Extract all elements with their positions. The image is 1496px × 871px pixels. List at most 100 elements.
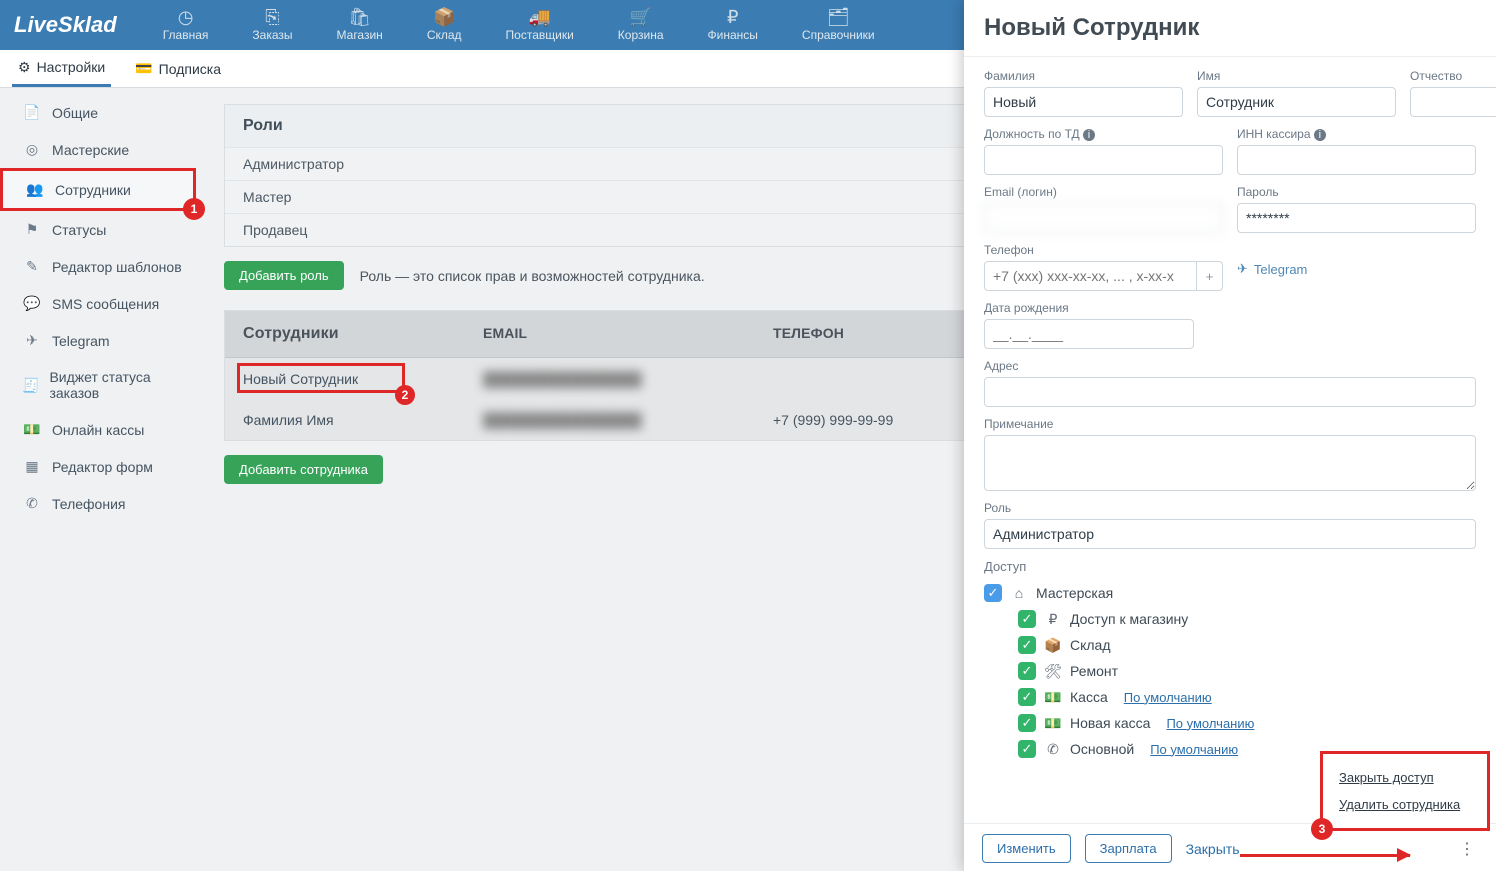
ruble-icon: ₽: [727, 8, 738, 26]
checkbox-icon[interactable]: [1018, 636, 1036, 654]
nav-shop[interactable]: 🛍Магазин: [319, 8, 401, 42]
ruble-icon: ₽: [1044, 611, 1062, 628]
label-inn: ИНН кассира i: [1237, 127, 1476, 141]
close-link[interactable]: Закрыть: [1186, 841, 1240, 857]
more-button[interactable]: ⋮: [1456, 838, 1478, 860]
nav-cart[interactable]: 🛒Корзина: [600, 8, 682, 42]
th-email: EMAIL: [483, 325, 773, 343]
tool-icon: 🛠: [1044, 663, 1062, 680]
add-phone-button[interactable]: +: [1197, 261, 1223, 291]
checkbox-icon[interactable]: [1018, 610, 1036, 628]
settings-sidebar: 📄Общие ◎Мастерские 👥Сотрудники1 ⚑Статусы…: [0, 88, 196, 522]
flag-icon: ⚑: [22, 221, 42, 238]
label-address: Адрес: [984, 359, 1476, 373]
add-employee-button[interactable]: Добавить сотрудника: [224, 455, 383, 484]
inn-input[interactable]: [1237, 145, 1476, 175]
subnav-settings[interactable]: ⚙Настройки: [12, 51, 111, 87]
sidebar-item-workshops[interactable]: ◎Мастерские: [0, 131, 196, 168]
label-position: Должность по ТД i: [984, 127, 1223, 141]
sidebar-item-template-editor[interactable]: ✎Редактор шаблонов: [0, 248, 196, 285]
access-item-repair[interactable]: 🛠Ремонт: [984, 658, 1476, 684]
annotation-badge-3: 3: [1311, 818, 1333, 840]
telegram-link[interactable]: ✈Telegram: [1237, 261, 1476, 277]
folder-icon: 🗂: [827, 8, 850, 26]
label-password: Пароль: [1237, 185, 1476, 199]
gear-icon: ⚙: [18, 59, 31, 76]
billing-icon: 💳: [135, 60, 152, 77]
nav-stock[interactable]: 📦Склад: [409, 8, 480, 42]
popup-delete-employee[interactable]: Удалить сотрудника: [1339, 791, 1471, 818]
sidebar-item-general[interactable]: 📄Общие: [0, 94, 196, 131]
telegram-icon: ✈: [1237, 261, 1248, 277]
phone-input[interactable]: [984, 261, 1197, 291]
password-input[interactable]: [1237, 203, 1476, 233]
annotation-arrow: [1240, 854, 1410, 857]
note-input[interactable]: [984, 435, 1476, 491]
checkbox-icon[interactable]: [1018, 740, 1036, 758]
employees-title: Сотрудники: [243, 325, 483, 343]
box-icon: 📦: [433, 8, 455, 26]
role-select[interactable]: [984, 519, 1476, 549]
nav-home[interactable]: ◷Главная: [145, 8, 227, 42]
pin-icon: ◎: [22, 141, 42, 158]
label-phone: Телефон: [984, 243, 1223, 257]
dob-input[interactable]: [984, 319, 1194, 349]
sidebar-item-cashboxes[interactable]: 💵Онлайн кассы: [0, 411, 196, 448]
employee-email: ████████████████: [483, 412, 773, 428]
nav-suppliers[interactable]: 🚚Поставщики: [488, 8, 592, 42]
label-access: Доступ: [984, 559, 1476, 574]
checkbox-icon[interactable]: [1018, 662, 1036, 680]
access-item-cash[interactable]: 💵КассаПо умолчанию: [984, 684, 1476, 710]
position-input[interactable]: [984, 145, 1223, 175]
address-input[interactable]: [984, 377, 1476, 407]
midname-input[interactable]: [1410, 87, 1496, 117]
info-icon[interactable]: i: [1083, 129, 1095, 141]
access-item-shop[interactable]: ₽Доступ к магазину: [984, 606, 1476, 632]
add-role-button[interactable]: Добавить роль: [224, 261, 344, 290]
popup-close-access[interactable]: Закрыть доступ: [1339, 764, 1471, 791]
phone-icon: ✆: [22, 495, 42, 512]
access-tree: ⌂Мастерская ₽Доступ к магазину 📦Склад 🛠Р…: [984, 580, 1476, 762]
default-link[interactable]: По умолчанию: [1150, 742, 1238, 757]
email-input[interactable]: [984, 203, 1223, 233]
firstname-input[interactable]: [1197, 87, 1396, 117]
access-root[interactable]: ⌂Мастерская: [984, 580, 1476, 606]
checkbox-icon[interactable]: [1018, 714, 1036, 732]
nav-orders[interactable]: ⎘Заказы: [234, 8, 310, 42]
speedometer-icon: ◷: [178, 8, 194, 26]
access-item-stock[interactable]: 📦Склад: [984, 632, 1476, 658]
label-note: Примечание: [984, 417, 1476, 431]
telegram-icon: ✈: [22, 332, 42, 349]
box-icon: 📦: [1044, 637, 1062, 654]
sidebar-item-telephony[interactable]: ✆Телефония: [0, 485, 196, 522]
lastname-input[interactable]: [984, 87, 1183, 117]
bag-icon: 🛍: [348, 8, 371, 26]
label-firstname: Имя: [1197, 69, 1396, 83]
default-link[interactable]: По умолчанию: [1166, 716, 1254, 731]
sidebar-item-telegram[interactable]: ✈Telegram: [0, 322, 196, 359]
sidebar-item-status-widget[interactable]: 🧾Виджет статуса заказов: [0, 359, 196, 411]
sidebar-item-statuses[interactable]: ⚑Статусы: [0, 211, 196, 248]
access-item-newcash[interactable]: 💵Новая кассаПо умолчанию: [984, 710, 1476, 736]
kebab-icon: ⋮: [1459, 839, 1475, 859]
home-icon: ⌂: [1010, 585, 1028, 601]
nav-directories[interactable]: 🗂Справочники: [784, 8, 893, 42]
logo: LiveSklad: [14, 12, 117, 38]
checkbox-icon[interactable]: [984, 584, 1002, 602]
cash-icon: 💵: [1044, 689, 1062, 706]
default-link[interactable]: По умолчанию: [1124, 690, 1212, 705]
salary-button[interactable]: Зарплата: [1085, 834, 1172, 863]
nav-finance[interactable]: ₽Финансы: [690, 8, 776, 42]
employee-drawer: Новый Сотрудник Фамилия Имя Отчество Дол…: [964, 0, 1496, 871]
label-lastname: Фамилия: [984, 69, 1183, 83]
pencil-icon: ✎: [22, 258, 42, 275]
sidebar-item-employees[interactable]: 👥Сотрудники1: [0, 168, 196, 211]
subnav-subscription[interactable]: 💳Подписка: [129, 52, 227, 85]
sidebar-item-sms[interactable]: 💬SMS сообщения: [0, 285, 196, 322]
checkbox-icon[interactable]: [1018, 688, 1036, 706]
edit-button[interactable]: Изменить: [982, 834, 1071, 863]
info-icon[interactable]: i: [1314, 129, 1326, 141]
more-popup: Закрыть доступ Удалить сотрудника 3: [1320, 751, 1490, 831]
sidebar-item-form-editor[interactable]: ▦Редактор форм: [0, 448, 196, 485]
label-email: Email (логин): [984, 185, 1223, 199]
